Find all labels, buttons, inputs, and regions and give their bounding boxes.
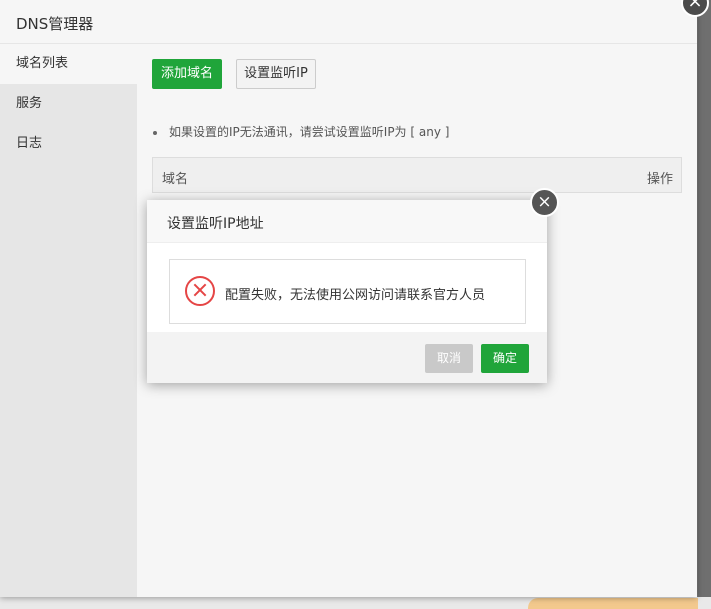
- bullet-icon: [153, 130, 157, 135]
- sidebar: 域名列表 服务 日志: [0, 44, 137, 597]
- dialog-footer: 取消 确定: [147, 332, 547, 383]
- column-domain: 域名: [162, 172, 189, 187]
- error-message: 配置失败，无法使用公网访问请联系官方人员: [225, 288, 486, 303]
- error-message-box: 配置失败，无法使用公网访问请联系官方人员: [169, 259, 526, 324]
- background-overlay: [698, 0, 711, 597]
- confirm-button[interactable]: 确定: [481, 344, 529, 373]
- sidebar-item-service[interactable]: 服务: [0, 84, 137, 124]
- set-listen-ip-dialog: 设置监听IP地址 配置失败，无法使用公网访问请联系官方人员 取消 确定: [147, 200, 547, 383]
- tip-text: 如果设置的IP无法通讯，请尝试设置监听IP为 [ any ]: [153, 123, 449, 140]
- window-titlebar: DNS管理器: [0, 0, 697, 44]
- tip-label: 如果设置的IP无法通讯，请尝试设置监听IP为 [ any ]: [169, 125, 450, 139]
- column-actions: 操作: [646, 172, 673, 187]
- dialog-titlebar: 设置监听IP地址: [147, 200, 547, 243]
- cancel-button[interactable]: 取消: [425, 344, 473, 373]
- error-icon: [185, 276, 215, 306]
- background-chart-fragment: [528, 598, 698, 609]
- window-title: DNS管理器: [16, 15, 94, 33]
- dialog-title: 设置监听IP地址: [167, 216, 264, 232]
- domain-table-header: 域名 操作: [152, 157, 682, 193]
- sidebar-item-domain-list[interactable]: 域名列表: [0, 44, 137, 84]
- add-domain-button[interactable]: 添加域名: [152, 59, 222, 89]
- sidebar-item-log[interactable]: 日志: [0, 124, 137, 164]
- set-listen-ip-button[interactable]: 设置监听IP: [236, 59, 316, 89]
- dialog-close-icon[interactable]: ×: [530, 188, 559, 217]
